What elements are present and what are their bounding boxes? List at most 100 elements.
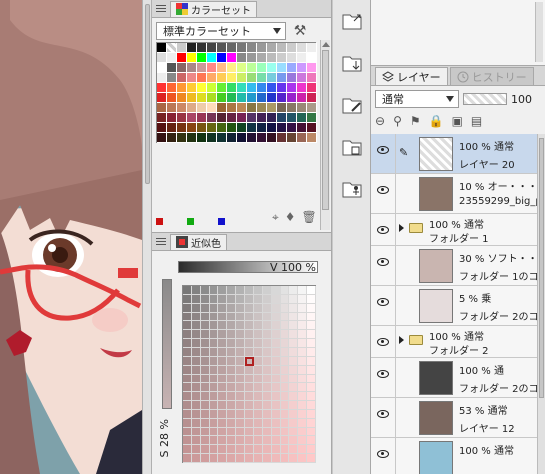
color-swatch[interactable]	[307, 63, 317, 73]
similar-color-cell[interactable]	[307, 445, 316, 455]
similar-color-cell[interactable]	[307, 454, 316, 463]
color-swatch[interactable]	[247, 83, 257, 93]
similar-color-cell[interactable]	[271, 383, 281, 393]
similar-color-cell[interactable]	[245, 374, 254, 384]
similar-color-cell[interactable]	[253, 347, 263, 357]
color-swatch[interactable]	[227, 43, 237, 53]
blend-mode-select[interactable]: 通常	[375, 90, 459, 108]
similar-color-cell[interactable]	[262, 445, 272, 455]
color-swatch[interactable]	[207, 83, 217, 93]
similar-color-cell[interactable]	[236, 286, 246, 295]
similar-color-cell[interactable]	[218, 374, 228, 384]
color-swatch[interactable]	[177, 113, 187, 123]
similar-color-cell[interactable]	[298, 454, 308, 463]
color-swatch[interactable]	[267, 93, 277, 103]
similar-color-cell[interactable]	[236, 454, 246, 463]
similar-color-cell[interactable]	[307, 347, 316, 357]
similar-color-cell[interactable]	[298, 418, 308, 428]
similar-color-cell[interactable]	[236, 383, 246, 393]
similar-color-cell[interactable]	[307, 401, 316, 410]
similar-color-cell[interactable]	[209, 401, 219, 410]
similar-color-cell[interactable]	[298, 365, 308, 375]
similar-color-cell[interactable]	[289, 294, 299, 304]
similar-color-cell[interactable]	[271, 445, 281, 455]
similar-color-cell[interactable]	[183, 392, 192, 402]
ruler-icon[interactable]: ▤	[471, 114, 482, 128]
layer-row[interactable]: 10 % オー・・・ 23559299_big_p	[371, 174, 537, 214]
similar-color-cell[interactable]	[191, 312, 201, 322]
color-swatch[interactable]	[237, 43, 247, 53]
color-swatch[interactable]	[287, 123, 297, 133]
main-color-chip[interactable]	[156, 218, 163, 225]
similar-color-cell[interactable]	[227, 418, 237, 428]
similar-color-cell[interactable]	[307, 303, 316, 313]
color-swatch[interactable]	[237, 103, 247, 113]
similar-color-cell[interactable]	[262, 365, 272, 375]
color-swatch[interactable]	[187, 63, 197, 73]
color-swatch[interactable]	[267, 53, 277, 63]
reference-icon[interactable]: ⚑	[410, 114, 421, 128]
color-swatch[interactable]	[277, 133, 287, 143]
color-swatch[interactable]	[277, 63, 287, 73]
similar-color-cell[interactable]	[191, 303, 201, 313]
color-swatch[interactable]	[207, 73, 217, 83]
color-swatch[interactable]	[297, 43, 307, 53]
similar-color-cell[interactable]	[236, 330, 246, 340]
tab-colorset[interactable]: カラーセット	[170, 0, 257, 17]
similar-color-cell[interactable]	[245, 330, 254, 340]
color-swatch[interactable]	[177, 133, 187, 143]
similar-color-cell[interactable]	[191, 347, 201, 357]
similar-color-cell[interactable]	[307, 427, 316, 437]
color-swatch[interactable]	[267, 103, 277, 113]
similar-color-cell[interactable]	[236, 374, 246, 384]
color-swatch[interactable]	[217, 73, 227, 83]
color-swatch[interactable]	[227, 53, 237, 63]
similar-color-cell[interactable]	[280, 374, 290, 384]
similar-color-cell[interactable]	[298, 303, 308, 313]
similar-color-cell[interactable]	[183, 409, 192, 419]
similar-color-cell[interactable]	[200, 374, 210, 384]
chevron-right-icon[interactable]	[399, 336, 404, 344]
color-swatch[interactable]	[177, 73, 187, 83]
similar-color-cell[interactable]	[218, 286, 228, 295]
similar-color-cell[interactable]	[191, 330, 201, 340]
color-swatch[interactable]	[237, 133, 247, 143]
similar-color-cell[interactable]	[298, 436, 308, 446]
similar-color-cell[interactable]	[298, 409, 308, 419]
similar-color-cell[interactable]	[262, 392, 272, 402]
similar-color-cell[interactable]	[245, 409, 254, 419]
colorset-scrollbar[interactable]	[320, 40, 330, 230]
color-swatch[interactable]	[237, 73, 247, 83]
similar-color-cell[interactable]	[289, 427, 299, 437]
color-swatch[interactable]	[227, 63, 237, 73]
eyedropper-icon[interactable]: ⌖	[272, 210, 279, 225]
similar-color-cell[interactable]	[227, 365, 237, 375]
similar-color-cell[interactable]	[253, 330, 263, 340]
similar-color-cell[interactable]	[271, 330, 281, 340]
similar-color-cell[interactable]	[200, 427, 210, 437]
color-swatch[interactable]	[277, 123, 287, 133]
similar-color-cell[interactable]	[183, 330, 192, 340]
similar-color-cell[interactable]	[227, 436, 237, 446]
color-swatch[interactable]	[157, 53, 167, 63]
color-swatch[interactable]	[187, 113, 197, 123]
color-swatch[interactable]	[307, 53, 317, 63]
similar-color-cell[interactable]	[218, 401, 228, 410]
color-swatch[interactable]	[197, 103, 207, 113]
similar-color-cell[interactable]	[280, 409, 290, 419]
color-swatch[interactable]	[227, 123, 237, 133]
eye-icon[interactable]	[377, 370, 389, 378]
similar-color-cell[interactable]	[280, 392, 290, 402]
similar-color-cell[interactable]	[307, 392, 316, 402]
color-swatch[interactable]	[257, 63, 267, 73]
similar-color-cell[interactable]	[191, 401, 201, 410]
layer-folder-row[interactable]: 100 % 通常 フォルダー 1	[371, 214, 537, 246]
color-swatch[interactable]	[177, 53, 187, 63]
similar-color-cell[interactable]	[271, 356, 281, 366]
color-swatch[interactable]	[267, 83, 277, 93]
similar-color-cell[interactable]	[183, 303, 192, 313]
similar-color-cell[interactable]	[183, 356, 192, 366]
similar-color-cell[interactable]	[200, 339, 210, 348]
similar-color-cell[interactable]	[271, 286, 281, 295]
color-swatch[interactable]	[177, 63, 187, 73]
